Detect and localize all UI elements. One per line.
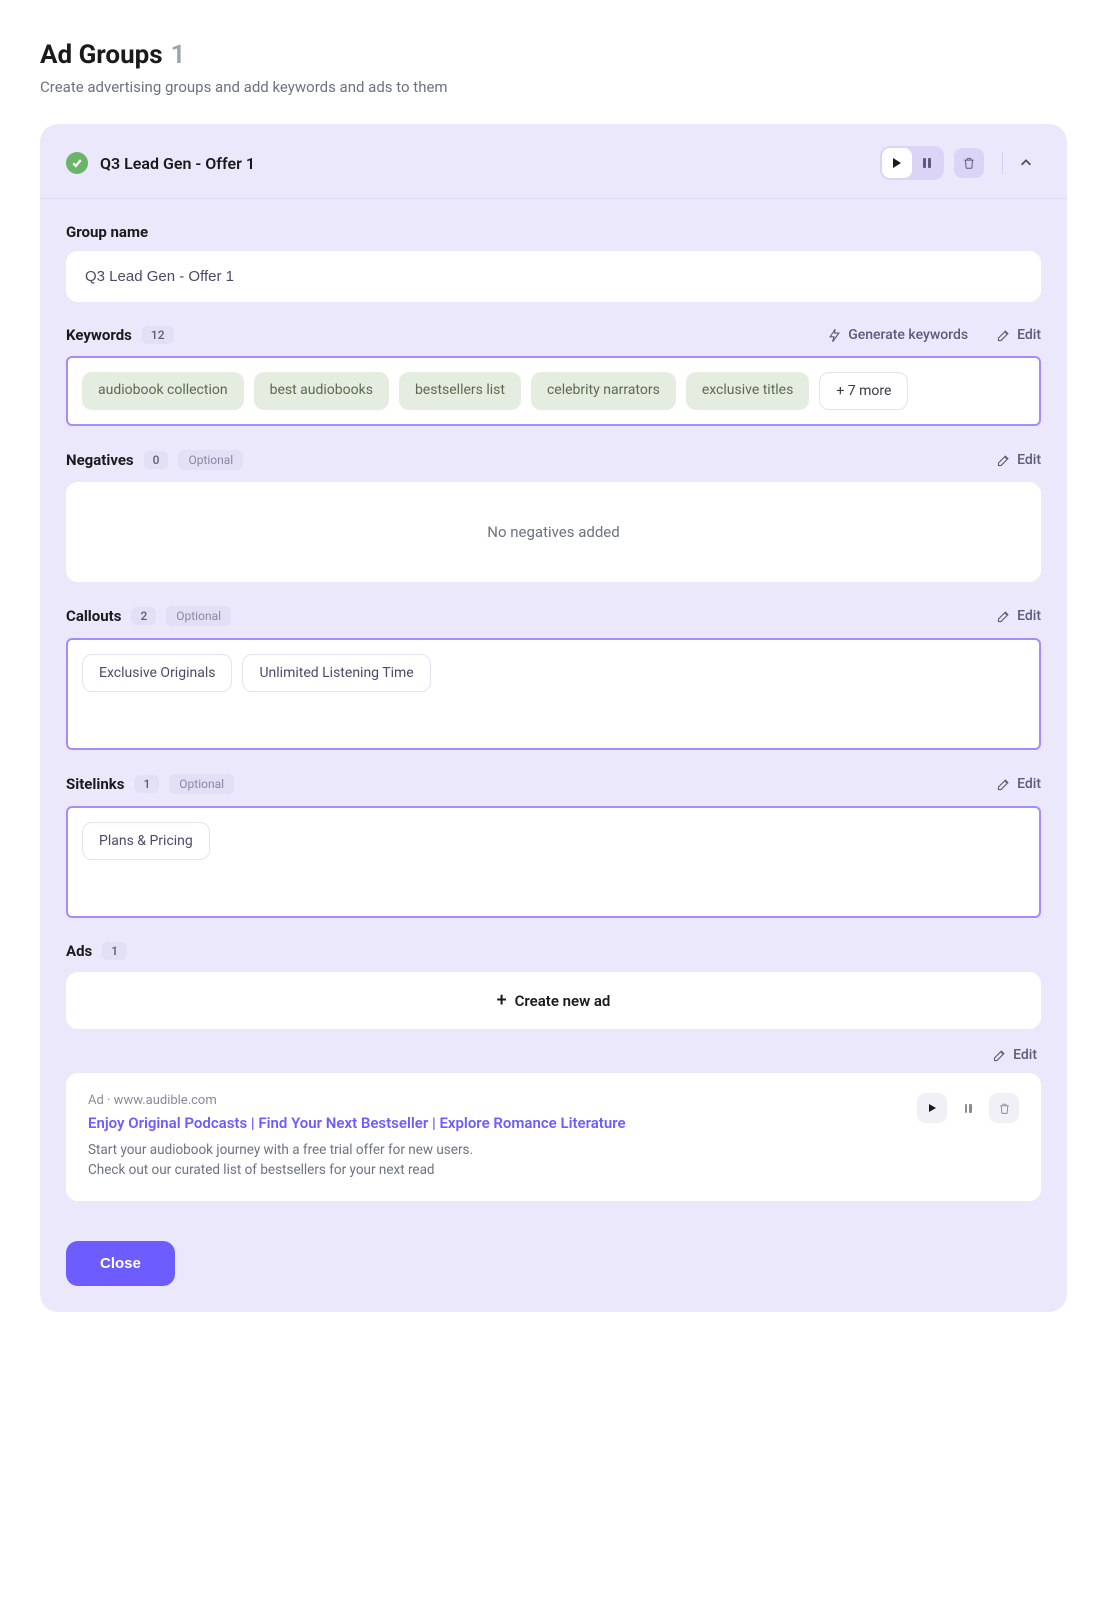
chevron-up-icon [1019,156,1033,170]
ad-pause-button[interactable] [953,1093,983,1123]
sitelink-chip[interactable]: Plans & Pricing [82,822,210,860]
negatives-edit-button[interactable]: Edit [996,452,1041,468]
negatives-count: 0 [144,451,169,469]
pause-icon [923,158,931,168]
play-icon [893,158,901,168]
create-ad-button[interactable]: + Create new ad [66,972,1041,1029]
plus-icon: + [497,990,507,1011]
ad-play-button[interactable] [917,1093,947,1123]
ad-body: Start your audiobook journey with a free… [88,1140,901,1181]
keyword-more-button[interactable]: + 7 more [819,372,908,410]
run-state-toggle[interactable] [880,146,944,180]
close-button[interactable]: Close [66,1241,175,1286]
keyword-chip[interactable]: bestsellers list [399,372,521,410]
group-name-label: Group name [66,223,1041,241]
edit-icon [996,609,1011,624]
keyword-chip[interactable]: audiobook collection [82,372,244,410]
keywords-label: Keywords [66,326,132,344]
ads-count: 1 [102,942,127,960]
optional-badge: Optional [169,774,234,794]
keyword-chip[interactable]: best audiobooks [254,372,389,410]
play-button[interactable] [882,148,912,178]
callouts-edit-button[interactable]: Edit [996,608,1041,624]
optional-badge: Optional [178,450,243,470]
negatives-label: Negatives [66,451,134,469]
page-title: Ad Groups [40,40,163,70]
sitelinks-count: 1 [134,775,159,793]
ad-card: Ad · www.audible.com Enjoy Original Podc… [66,1073,1041,1201]
ads-label: Ads [66,942,92,960]
ad-delete-button[interactable] [989,1093,1019,1123]
generate-keywords-button[interactable]: Generate keywords [827,327,968,343]
keyword-chip[interactable]: exclusive titles [686,372,810,410]
negatives-empty[interactable]: No negatives added [66,482,1041,582]
edit-icon [996,328,1011,343]
status-ok-icon [66,152,88,174]
sitelinks-box[interactable]: Plans & Pricing [66,806,1041,918]
ad-group-panel: Q3 Lead Gen - Offer 1 Group name Keyword… [40,124,1067,1312]
callout-chip[interactable]: Unlimited Listening Time [242,654,430,692]
page-subtitle: Create advertising groups and add keywor… [40,78,1067,96]
keyword-chip[interactable]: celebrity narrators [531,372,676,410]
keywords-count: 12 [142,326,174,344]
sitelinks-edit-button[interactable]: Edit [996,776,1041,792]
callouts-box[interactable]: Exclusive Originals Unlimited Listening … [66,638,1041,750]
ad-headline[interactable]: Enjoy Original Podcasts | Find Your Next… [88,1114,901,1132]
pause-icon [965,1104,972,1113]
callouts-count: 2 [131,607,156,625]
edit-icon [996,453,1011,468]
pause-button[interactable] [912,148,942,178]
edit-icon [992,1048,1007,1063]
keywords-edit-button[interactable]: Edit [996,327,1041,343]
callouts-label: Callouts [66,607,121,625]
trash-icon [998,1102,1011,1115]
trash-icon [962,156,976,170]
callout-chip[interactable]: Exclusive Originals [82,654,232,692]
lightning-icon [827,328,842,343]
edit-icon [996,777,1011,792]
keywords-box[interactable]: audiobook collection best audiobooks bes… [66,356,1041,426]
ad-edit-button[interactable]: Edit [992,1047,1037,1063]
delete-button[interactable] [954,148,984,178]
play-icon [929,1104,936,1112]
group-name-input[interactable] [66,251,1041,302]
sitelinks-label: Sitelinks [66,775,124,793]
page-count: 1 [171,40,186,70]
ad-meta: Ad · www.audible.com [88,1093,901,1108]
collapse-button[interactable] [1011,148,1041,178]
group-name-display: Q3 Lead Gen - Offer 1 [100,154,880,173]
divider [1002,152,1003,174]
optional-badge: Optional [166,606,231,626]
